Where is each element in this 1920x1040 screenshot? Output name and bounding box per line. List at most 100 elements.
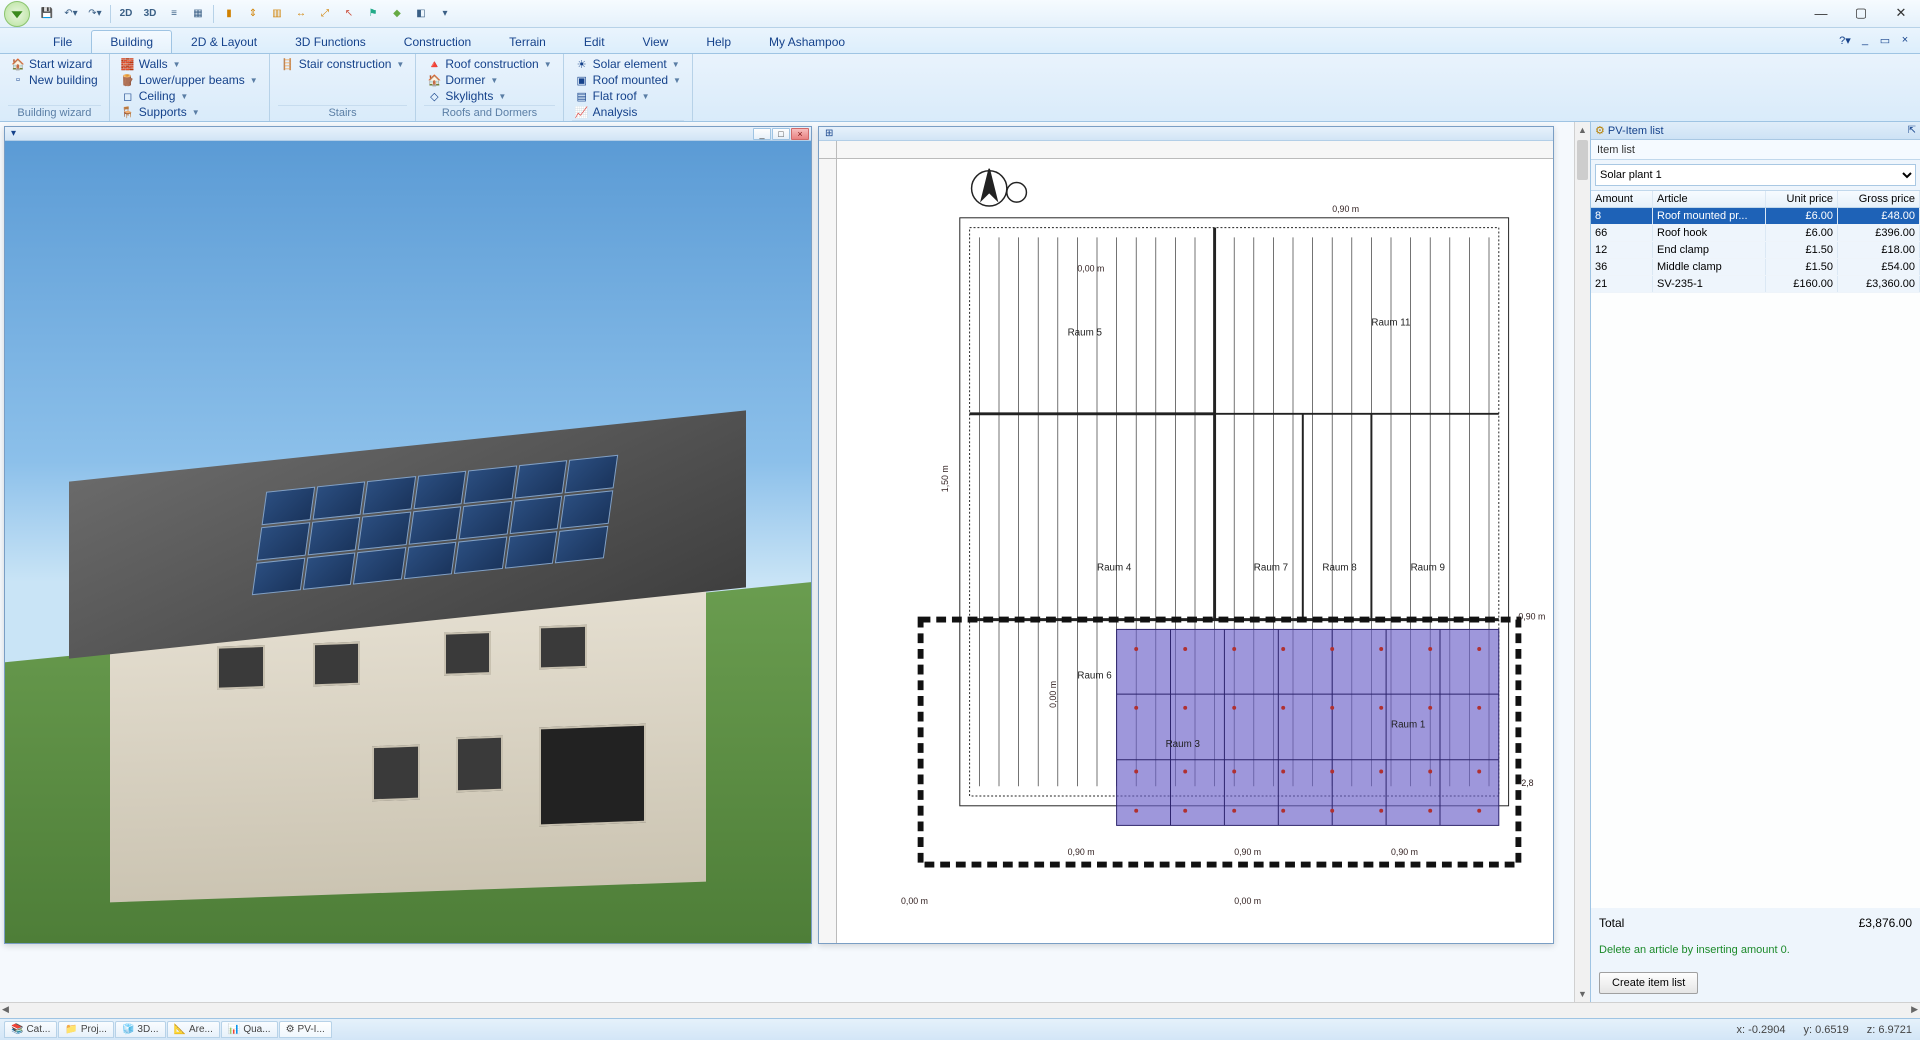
ribbon-group-label: Roofs and Dormers — [424, 105, 554, 121]
solar-element-button[interactable]: ☀Solar element▼ — [572, 56, 684, 72]
3d-viewport[interactable] — [5, 141, 811, 943]
menutab-edit[interactable]: Edit — [565, 30, 624, 53]
menutab-3d-functions[interactable]: 3D Functions — [276, 30, 385, 53]
pv-tab[interactable]: Item list — [1591, 140, 1920, 160]
solar-plant-select[interactable]: Solar plant 1 — [1595, 164, 1916, 186]
table-row[interactable]: 8Roof mounted pr...£6.00£48.00 — [1591, 208, 1920, 225]
col-unit-price[interactable]: Unit price — [1766, 191, 1838, 207]
close-button[interactable]: ✕ — [1886, 2, 1916, 24]
status-tab-icon: 📚 — [11, 1024, 23, 1035]
pointer-icon[interactable]: ↖ — [338, 3, 360, 25]
tool-4-icon[interactable]: ↔ — [290, 3, 312, 25]
mdi-minimize-icon[interactable]: _ — [1856, 31, 1874, 49]
lower-upper-beams-button[interactable]: 🪵Lower/upper beams▼ — [118, 72, 261, 88]
mdi-close-icon[interactable]: × — [1896, 31, 1914, 49]
supports-button[interactable]: 🪑Supports▼ — [118, 104, 261, 120]
create-item-list-button[interactable]: Create item list — [1599, 972, 1698, 994]
svg-text:0,90 m: 0,90 m — [1068, 847, 1095, 857]
tool-1-icon[interactable]: ▮ — [218, 3, 240, 25]
flat-roof-button[interactable]: ▤Flat roof▼ — [572, 88, 684, 104]
analysis-button[interactable]: 📈Analysis — [572, 104, 684, 120]
help-icon[interactable]: ?▾ — [1836, 31, 1854, 49]
menutab-help[interactable]: Help — [687, 30, 750, 53]
ruler-vertical[interactable] — [819, 159, 837, 943]
svg-text:Raum 5: Raum 5 — [1068, 327, 1103, 338]
save-icon[interactable]: 💾 — [36, 3, 58, 25]
status-tab-4[interactable]: 📊Qua... — [221, 1021, 278, 1038]
table-row[interactable]: 36Middle clamp£1.50£54.00 — [1591, 259, 1920, 276]
mdi-restore-icon[interactable]: ▭ — [1876, 31, 1894, 49]
status-tab-0[interactable]: 📚Cat... — [4, 1021, 57, 1038]
table-row[interactable]: 21SV-235-1£160.00£3,360.00 — [1591, 276, 1920, 293]
menutab-view[interactable]: View — [624, 30, 688, 53]
app-menu-button[interactable] — [4, 1, 30, 27]
view-2d-icon[interactable]: 2D — [115, 3, 137, 25]
dropdown-icon: ▼ — [173, 60, 181, 69]
tile-windows-icon[interactable]: ▦ — [187, 3, 209, 25]
status-tab-icon: 📐 — [174, 1024, 186, 1035]
scroll-down-icon[interactable]: ▼ — [1575, 986, 1590, 1002]
status-tab-5[interactable]: ⚙PV-I... — [279, 1021, 332, 1038]
maximize-button[interactable]: ▢ — [1846, 2, 1876, 24]
undo-icon[interactable]: ↶▾ — [60, 3, 82, 25]
col-gross-price[interactable]: Gross price — [1838, 191, 1920, 207]
pv-panel-title: PV-Item list — [1608, 125, 1664, 137]
ceiling-button[interactable]: ◻Ceiling▼ — [118, 88, 261, 104]
status-tab-icon: 📊 — [228, 1024, 240, 1035]
roof-mounted-button[interactable]: ▣Roof mounted▼ — [572, 72, 684, 88]
pv-table: Amount Article Unit price Gross price 8R… — [1591, 190, 1920, 293]
pin-icon[interactable]: ⇱ — [1908, 125, 1916, 136]
view-section-icon[interactable]: ≡ — [163, 3, 185, 25]
scroll-thumb[interactable] — [1577, 140, 1588, 180]
ruler-horizontal[interactable] — [837, 141, 1553, 159]
tool-2-icon[interactable]: ⇕ — [242, 3, 264, 25]
menutab-file[interactable]: File — [34, 30, 91, 53]
render-icon[interactable]: ◆ — [386, 3, 408, 25]
svg-text:0,00 m: 0,00 m — [901, 896, 928, 906]
menutab-construction[interactable]: Construction — [385, 30, 490, 53]
menutab-terrain[interactable]: Terrain — [490, 30, 565, 53]
redo-icon[interactable]: ↷▾ — [84, 3, 106, 25]
3d-view-handle-icon[interactable]: ▾ — [11, 128, 16, 139]
table-row[interactable]: 66Roof hook£6.00£396.00 — [1591, 225, 1920, 242]
2d-viewport[interactable]: Raum 5 Raum 11 Raum 4 Raum 7 Raum 8 Raum… — [837, 159, 1553, 943]
menutab-building[interactable]: Building — [91, 30, 172, 53]
walls-button[interactable]: 🧱Walls▼ — [118, 56, 261, 72]
lower-upper-beams-icon: 🪵 — [121, 73, 135, 87]
stair-construction-button[interactable]: 🪜Stair construction▼ — [278, 56, 408, 72]
dropdown-icon: ▼ — [672, 60, 680, 69]
3d-maximize-button[interactable]: □ — [772, 128, 790, 140]
skylights-button[interactable]: ◇Skylights▼ — [424, 88, 554, 104]
tool-3-icon[interactable]: ▥ — [266, 3, 288, 25]
quick-access-toolbar: 💾 ↶▾ ↷▾ 2D 3D ≡ ▦ ▮ ⇕ ▥ ↔ ⤢ ↖ ⚑ ◆ ◧ ▾ — [36, 3, 456, 25]
2d-plan-window: ⊞ — [818, 126, 1554, 944]
svg-text:Raum 1: Raum 1 — [1391, 719, 1425, 730]
erase-icon[interactable]: ◧ — [410, 3, 432, 25]
flag-icon[interactable]: ⚑ — [362, 3, 384, 25]
dormer-button[interactable]: 🏠Dormer▼ — [424, 72, 554, 88]
view-3d-icon[interactable]: 3D — [139, 3, 161, 25]
status-tab-1[interactable]: 📁Proj... — [58, 1021, 114, 1038]
2d-view-handle-icon[interactable]: ⊞ — [825, 128, 833, 139]
status-tab-3[interactable]: 📐Are... — [167, 1021, 220, 1038]
col-article[interactable]: Article — [1653, 191, 1766, 207]
new-building-button[interactable]: ▫New building — [8, 72, 101, 88]
table-row[interactable]: 12End clamp£1.50£18.00 — [1591, 242, 1920, 259]
horizontal-scrollbar[interactable]: ◀ ▶ — [0, 1002, 1920, 1018]
scroll-up-icon[interactable]: ▲ — [1575, 122, 1590, 138]
qat-more-icon[interactable]: ▾ — [434, 3, 456, 25]
coord-z: z: 6.9721 — [1867, 1024, 1912, 1036]
svg-text:Raum 9: Raum 9 — [1411, 563, 1445, 574]
start-wizard-button[interactable]: 🏠Start wizard — [8, 56, 101, 72]
menutab-my-ashampoo[interactable]: My Ashampoo — [750, 30, 864, 53]
col-amount[interactable]: Amount — [1591, 191, 1653, 207]
roof-construction-button[interactable]: 🔺Roof construction▼ — [424, 56, 554, 72]
status-tab-2[interactable]: 🧊3D... — [115, 1021, 166, 1038]
start-wizard-icon: 🏠 — [11, 57, 25, 71]
menutab-2d-layout[interactable]: 2D & Layout — [172, 30, 276, 53]
3d-close-button[interactable]: × — [791, 128, 809, 140]
minimize-button[interactable]: — — [1806, 2, 1836, 24]
3d-minimize-button[interactable]: _ — [753, 128, 771, 140]
tool-5-icon[interactable]: ⤢ — [314, 3, 336, 25]
vertical-scrollbar[interactable]: ▲ ▼ — [1574, 122, 1590, 1002]
